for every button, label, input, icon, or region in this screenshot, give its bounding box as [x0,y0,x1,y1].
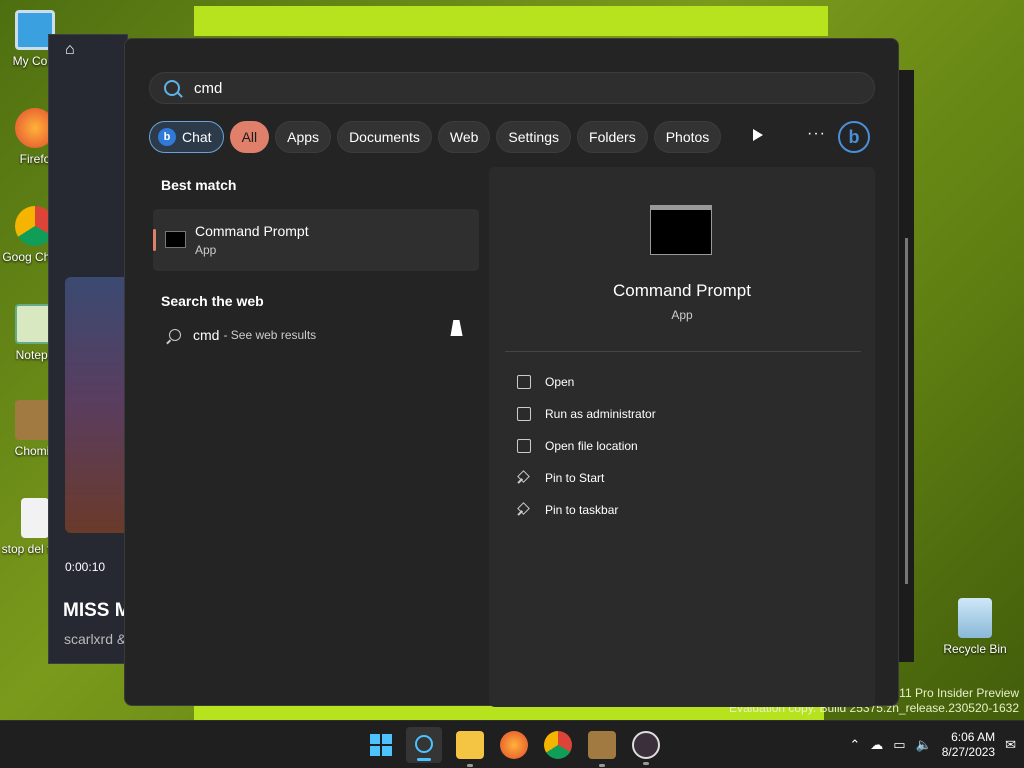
start-button[interactable] [370,734,392,756]
song-title: MISS M [63,600,129,621]
pin-icon [517,471,531,485]
search-flyout: cmd b Chat All Apps Documents Web Setting… [124,38,899,707]
action-open-label: Open [545,375,575,389]
preview-pane: Command Prompt App Open Run as administr… [489,167,875,707]
bing-icon[interactable]: b [838,121,870,153]
filter-all[interactable]: All [229,121,270,153]
chomikbox-taskbar-button[interactable] [588,731,616,767]
recycle-bin-icon [958,598,992,638]
command-prompt-large-icon [650,205,712,255]
running-indicator [643,762,649,765]
chevron-up-icon[interactable]: ⌃ [849,737,860,753]
search-taskbar-button[interactable] [406,727,442,763]
filter-chat-label: Chat [182,129,212,145]
filter-web[interactable]: Web [437,121,491,153]
wallpaper-highlight [194,6,828,36]
best-match-title: Command Prompt [195,223,309,239]
folder-icon [517,439,531,453]
pin-icon [517,503,531,517]
recycle-bin-label: Recycle Bin [943,642,1007,656]
search-filter-bar: b Chat All Apps Documents Web Settings Fo… [149,121,722,153]
action-open[interactable]: Open [517,375,574,389]
volume-icon[interactable]: 🔈 [916,737,932,753]
shield-icon [517,407,531,421]
best-match-heading: Best match [161,177,237,193]
more-filters-arrow-icon[interactable] [753,129,763,141]
web-result[interactable]: cmd - See web results [169,327,316,343]
home-icon[interactable]: ⌂ [65,41,75,59]
action-run-admin-label: Run as administrator [545,407,656,421]
desktop-icon-recycle-bin[interactable]: Recycle Bin [940,598,1010,656]
running-indicator [599,764,605,767]
clock-time: 6:06 AM [951,730,996,744]
action-open-file-location[interactable]: Open file location [517,439,638,453]
file-explorer-button[interactable] [456,731,484,767]
scrollbar[interactable] [905,238,908,584]
results-pane: Best match Command Prompt App Search the… [153,169,481,343]
playback-time: 0:00:10 [65,560,106,574]
search-icon [164,80,180,96]
more-options-button[interactable]: ··· [807,125,826,143]
taskbar: ⌃ ☁ ▭ 🔈 6:06 AM 8/27/2023 ✉ [0,720,1024,768]
preview-type: App [671,308,693,322]
open-external-icon [517,375,531,389]
best-match-type: App [195,243,217,257]
clock-date: 8/27/2023 [941,745,996,759]
active-indicator [417,758,431,761]
web-search-icon [169,329,181,341]
search-web-heading: Search the web [161,293,264,309]
action-pin-start-label: Pin to Start [545,471,605,485]
filter-apps[interactable]: Apps [275,121,332,153]
web-result-query: cmd [193,327,220,343]
action-pin-to-start[interactable]: Pin to Start [517,471,604,485]
divider [505,351,861,352]
system-tray: ⌃ ☁ ▭ 🔈 6:06 AM 8/27/2023 ✉ [849,721,1016,768]
chrome-taskbar-button[interactable] [544,731,572,759]
search-query: cmd [194,79,223,97]
filter-photos[interactable]: Photos [653,121,722,153]
filter-folders[interactable]: Folders [577,121,648,153]
action-pin-taskbar-label: Pin to taskbar [545,503,619,517]
album-art [65,277,129,533]
search-icon [415,735,433,753]
media-player-window[interactable]: ⌂ 0:00:10 MISS M scarlxrd & [48,34,129,664]
network-icon[interactable]: ▭ [893,737,905,753]
filter-documents[interactable]: Documents [337,121,432,153]
best-match-result[interactable]: Command Prompt App [153,209,479,271]
filter-chat[interactable]: b Chat [149,121,224,153]
web-result-suffix: - See web results [223,328,317,342]
filter-settings[interactable]: Settings [496,121,572,153]
firefox-taskbar-button[interactable] [500,731,528,759]
media-player-taskbar-button[interactable] [632,731,660,765]
action-run-as-admin[interactable]: Run as administrator [517,407,656,421]
song-artist: scarlxrd & [64,631,127,647]
clock[interactable]: 6:06 AM 8/27/2023 [942,730,995,760]
notifications-icon[interactable]: ✉ [1005,737,1016,753]
bing-chat-icon: b [158,128,176,146]
text-file-icon [21,498,49,538]
search-input[interactable]: cmd [149,72,875,104]
action-pin-to-taskbar[interactable]: Pin to taskbar [517,503,618,517]
preview-title: Command Prompt [613,281,751,300]
command-prompt-icon [165,231,186,248]
selection-accent [153,229,156,251]
onedrive-icon[interactable]: ☁ [870,737,883,753]
running-indicator [467,764,473,767]
action-open-location-label: Open file location [545,439,638,453]
watermark-line1: s 11 Pro Insider Preview [889,686,1019,700]
